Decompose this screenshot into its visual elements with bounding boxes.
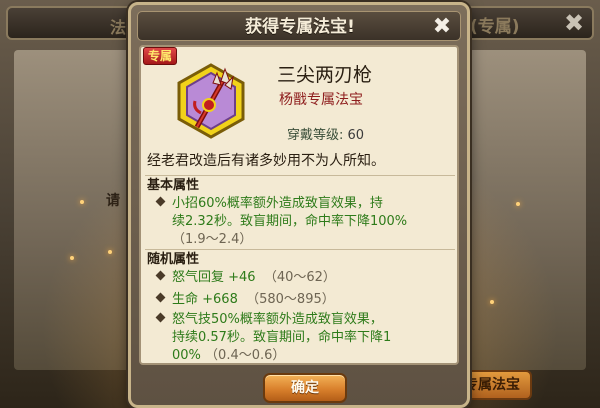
background-close-icon[interactable]: ✖ (560, 10, 588, 36)
random-skill-text: 怒气技50%概率额外造成致盲效果， (172, 312, 383, 327)
bullet-icon (155, 196, 166, 207)
spear-treasure-icon (171, 57, 251, 143)
divider (145, 175, 455, 176)
random-skill-line: 怒气技50%概率额外造成致盲效果， (155, 311, 453, 329)
background-title-fragment: 法 (110, 18, 127, 37)
close-icon[interactable]: ✖ (428, 14, 456, 40)
item-owner: 杨戬专属法宝 (279, 92, 363, 108)
item-description: 经老君改造后有诸多妙用不为人所知。 (147, 153, 385, 169)
sparkle (516, 202, 520, 206)
level-label: 穿戴等级: (287, 128, 344, 143)
random-attribute-range: （40～62） (263, 270, 336, 285)
bullet-icon (155, 270, 166, 281)
basic-attribute-text: 小招60%概率额外造成致盲效果，持 (172, 196, 383, 211)
treasure-details: 专属 三尖两刃枪 杨戬专属法宝 穿戴等级: 60 经老君改造后有诸多妙用不为人所… (139, 45, 459, 365)
dialog-title-bar: 获得专属法宝! ✖ (137, 11, 461, 41)
random-attribute-value: 生命 +668 (172, 292, 238, 307)
divider (145, 249, 455, 250)
random-skill-text: 00% (172, 348, 201, 363)
item-level: 穿戴等级: 60 (287, 127, 457, 145)
random-skill-line: 00% （0.4～0.6） (172, 347, 468, 365)
random-attribute-value: 怒气回复 +46 (172, 270, 256, 285)
exclusive-badge: 专属 (143, 47, 177, 65)
confirm-button[interactable]: 确定 (263, 373, 347, 403)
sparkle (70, 256, 74, 260)
sparkle (490, 300, 494, 304)
basic-attributes-heading: 基本属性 (147, 178, 200, 193)
bullet-icon (155, 312, 166, 323)
random-attribute-line: 怒气回复 +46 （40～62） (155, 269, 453, 287)
item-name: 三尖两刃枪 (277, 64, 373, 86)
random-attribute-range: （580～895） (246, 292, 335, 307)
background-title: (专属) (470, 17, 520, 37)
random-skill-line: 持续0.57秒。致盲期间，命中率下降1 (172, 330, 392, 345)
basic-attribute-line: 小招60%概率额外造成致盲效果，持 (155, 195, 453, 213)
treasure-dialog: 获得专属法宝! ✖ 专属 三尖两刃枪 杨戬专属法宝 穿戴等级: 60 经老君改造… (128, 2, 470, 408)
bullet-icon (155, 292, 166, 303)
basic-attribute-line: 续2.32秒。致盲期间，命中率下降100% (172, 214, 408, 229)
sparkle (80, 200, 84, 204)
random-skill-range: （0.4～0.6） (205, 348, 286, 363)
level-value: 60 (347, 128, 365, 143)
random-attributes-heading: 随机属性 (147, 252, 200, 267)
random-attribute-line: 生命 +668 （580～895） (155, 291, 453, 309)
dialog-title: 获得专属法宝! (245, 17, 355, 37)
sparkle (108, 250, 112, 254)
dialog-footer: 确定 (139, 367, 459, 405)
basic-attribute-range: （1.9～2.4） (172, 232, 253, 247)
